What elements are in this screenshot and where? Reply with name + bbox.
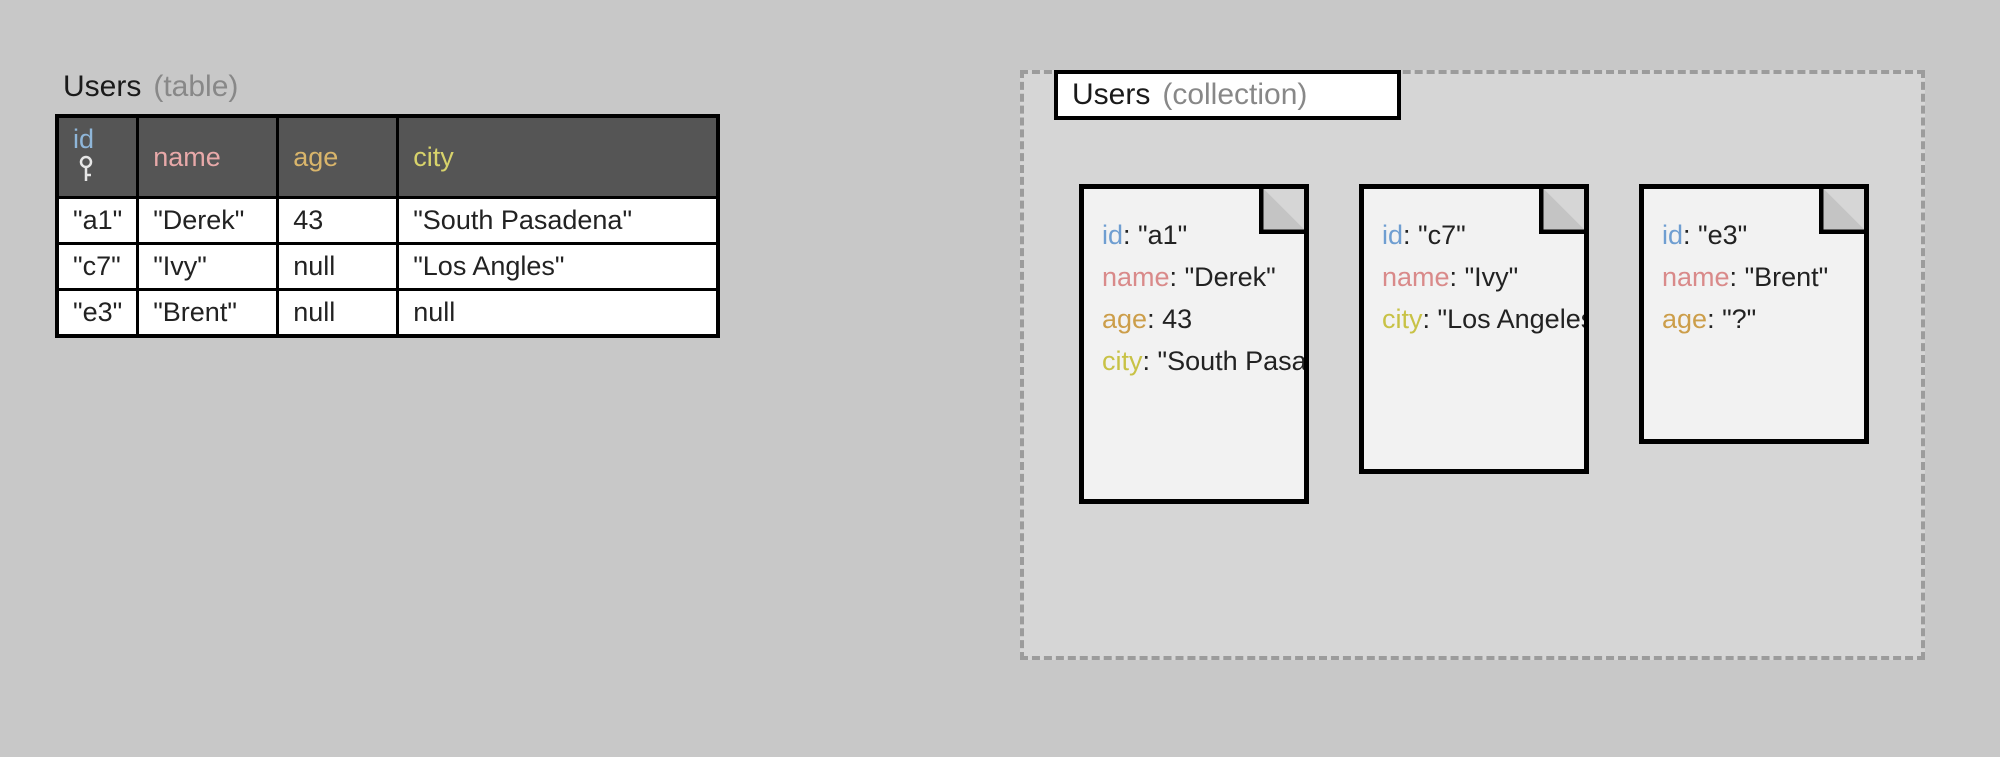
- col-header-id: id: [57, 116, 138, 198]
- col-header-name: name: [138, 116, 278, 198]
- field-key: id: [1662, 220, 1683, 250]
- cell-city: null: [398, 290, 718, 337]
- table-row: "c7" "Ivy" null "Los Angles": [57, 244, 718, 290]
- field-key: city: [1382, 304, 1423, 334]
- table-row: "a1" "Derek" 43 "South Pasadena": [57, 198, 718, 244]
- field-val: "e3": [1698, 220, 1747, 250]
- table-subtitle: (table): [153, 70, 238, 104]
- documents-row: id: "a1" name: "Derek" age: 43 city: "So…: [1079, 184, 1869, 504]
- document-card: id: "a1" name: "Derek" age: 43 city: "So…: [1079, 184, 1309, 504]
- cell-name: "Derek": [138, 198, 278, 244]
- table-title-row: Users (table): [63, 70, 720, 104]
- col-header-city: city: [398, 116, 718, 198]
- cell-id: "e3": [57, 290, 138, 337]
- cell-city: "South Pasadena": [398, 198, 718, 244]
- doc-field: city: "South Pasadena": [1102, 341, 1286, 383]
- collection-label-box: Users (collection): [1054, 70, 1401, 120]
- doc-field: name: "Derek": [1102, 257, 1286, 299]
- field-val: "c7": [1418, 220, 1466, 250]
- doc-field: name: "Ivy": [1382, 257, 1566, 299]
- collection-panel: Users (collection) id: "a1" name: "Derek…: [1020, 70, 1925, 660]
- field-val: "Ivy": [1465, 262, 1519, 292]
- field-key: name: [1662, 262, 1730, 292]
- primary-key-icon: [77, 155, 95, 190]
- cell-id: "a1": [57, 198, 138, 244]
- col-header-age-label: age: [293, 142, 338, 172]
- collection-subtitle: (collection): [1162, 78, 1307, 112]
- document-card: id: "c7" name: "Ivy" city: "Los Angeles": [1359, 184, 1589, 474]
- field-key: city: [1102, 346, 1143, 376]
- field-key: age: [1102, 304, 1147, 334]
- field-val: "a1": [1138, 220, 1187, 250]
- col-header-name-label: name: [153, 142, 221, 172]
- field-val: "South Pasadena": [1158, 346, 1309, 376]
- doc-field: city: "Los Angeles": [1382, 299, 1566, 341]
- cell-age: 43: [278, 198, 398, 244]
- doc-field: age: "?": [1662, 299, 1846, 341]
- field-val: "?": [1722, 304, 1756, 334]
- col-header-id-label: id: [73, 124, 94, 154]
- table-panel: Users (table) id name age city "a1" "Der…: [55, 70, 720, 338]
- page-fold-border: [1819, 184, 1869, 234]
- field-key: id: [1382, 220, 1403, 250]
- cell-name: "Brent": [138, 290, 278, 337]
- field-key: age: [1662, 304, 1707, 334]
- cell-name: "Ivy": [138, 244, 278, 290]
- page-fold-border: [1259, 184, 1309, 234]
- field-val: "Brent": [1745, 262, 1829, 292]
- doc-field: name: "Brent": [1662, 257, 1846, 299]
- collection-title: Users: [1072, 78, 1150, 112]
- document-card: id: "e3" name: "Brent" age: "?": [1639, 184, 1869, 444]
- cell-id: "c7": [57, 244, 138, 290]
- table-row: "e3" "Brent" null null: [57, 290, 718, 337]
- table-header-row: id name age city: [57, 116, 718, 198]
- page-fold-border: [1539, 184, 1589, 234]
- field-key: name: [1102, 262, 1170, 292]
- table-title: Users: [63, 70, 141, 104]
- users-table: id name age city "a1" "Derek" 43 "South …: [55, 114, 720, 338]
- col-header-age: age: [278, 116, 398, 198]
- field-key: id: [1102, 220, 1123, 250]
- field-val: 43: [1162, 304, 1192, 334]
- field-key: name: [1382, 262, 1450, 292]
- col-header-city-label: city: [413, 142, 454, 172]
- cell-age: null: [278, 244, 398, 290]
- doc-field: age: 43: [1102, 299, 1286, 341]
- field-val: "Derek": [1185, 262, 1276, 292]
- cell-age: null: [278, 290, 398, 337]
- field-val: "Los Angeles": [1438, 304, 1589, 334]
- cell-city: "Los Angles": [398, 244, 718, 290]
